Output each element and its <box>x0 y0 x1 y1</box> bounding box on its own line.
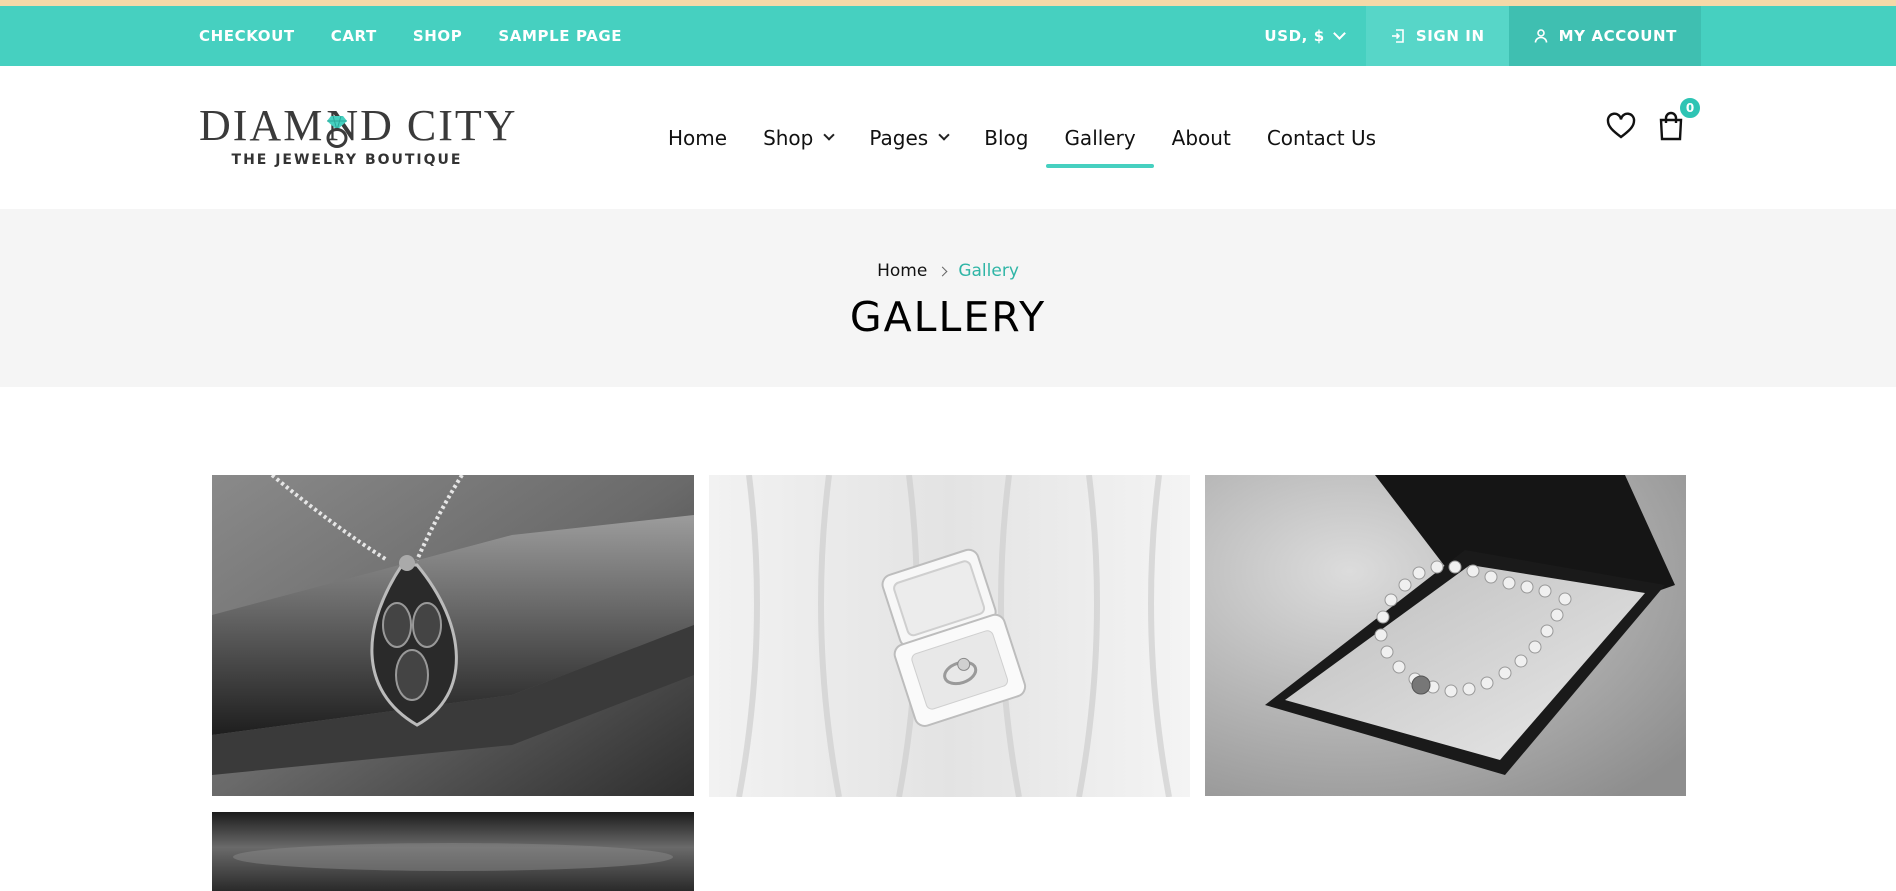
wishlist-heart-icon[interactable] <box>1606 112 1636 144</box>
nav-about[interactable]: About <box>1172 66 1231 209</box>
my-account-label: MY ACCOUNT <box>1558 27 1677 45</box>
gallery-item-dark[interactable] <box>212 812 694 891</box>
nav-pages-label: Pages <box>869 125 929 150</box>
ring-box-photo <box>709 475 1190 797</box>
user-icon <box>1533 28 1549 44</box>
nav-home[interactable]: Home <box>668 66 727 209</box>
top-right-controls: USD, $ SIGN IN MY ACCOUNT <box>1242 6 1701 66</box>
top-link-shop[interactable]: SHOP <box>413 27 463 45</box>
gallery-item-ring-box[interactable] <box>709 475 1190 797</box>
nav-home-label: Home <box>668 125 728 150</box>
chevron-down-icon <box>823 128 836 141</box>
nav-contact-label: Contact Us <box>1266 125 1377 150</box>
gallery-item-pearl-necklace[interactable] <box>1205 475 1686 796</box>
top-nav: CHECKOUT CART SHOP SAMPLE PAGE <box>199 6 622 66</box>
logo-title-right: ND CITY <box>326 101 518 150</box>
currency-label: USD, $ <box>1264 27 1325 45</box>
pearl-necklace-photo <box>1205 475 1686 796</box>
gallery-item-pendant-necklace[interactable] <box>212 475 694 796</box>
chevron-right-icon <box>937 266 948 276</box>
chevron-down-icon <box>938 128 950 141</box>
breadcrumb: Home Gallery <box>0 261 1896 281</box>
cart-count-badge: 0 <box>1678 96 1702 120</box>
sign-in-button[interactable]: SIGN IN <box>1365 6 1509 66</box>
logo-subtitle: THE JEWELRY BOUTIQUE <box>231 152 463 168</box>
nav-contact[interactable]: Contact Us <box>1267 66 1376 209</box>
sign-in-label: SIGN IN <box>1415 27 1485 45</box>
breadcrumb-home[interactable]: Home <box>877 261 927 281</box>
nav-gallery[interactable]: Gallery <box>1046 66 1154 209</box>
site-header: DIAM ND CITY THE JEWELRY BOUTIQUE Home S… <box>0 66 1896 209</box>
nav-blog-label: Blog <box>984 125 1029 150</box>
header-icons: 0 <box>1606 96 1702 145</box>
nav-shop-label: Shop <box>763 125 814 150</box>
cart-button[interactable]: 0 <box>1658 96 1702 145</box>
nav-shop[interactable]: Shop <box>763 66 836 209</box>
nav-pages[interactable]: Pages <box>869 66 950 209</box>
top-link-cart[interactable]: CART <box>331 27 377 45</box>
site-logo[interactable]: DIAM ND CITY THE JEWELRY BOUTIQUE <box>199 101 516 169</box>
top-link-sample-page[interactable]: SAMPLE PAGE <box>498 27 622 45</box>
page-title: GALLERY <box>849 293 1047 341</box>
nav-gallery-label: Gallery <box>1064 125 1136 150</box>
sign-in-icon <box>1390 28 1406 44</box>
main-nav: Home Shop Pages Blog Gallery About Conta… <box>668 66 1376 209</box>
pendant-necklace-photo <box>212 475 694 796</box>
logo-title: DIAM ND CITY <box>199 101 516 150</box>
nav-blog[interactable]: Blog <box>984 66 1028 209</box>
logo-title-left: DIAM <box>199 101 325 150</box>
top-bar: CHECKOUT CART SHOP SAMPLE PAGE USD, $ SI… <box>0 6 1896 66</box>
currency-selector[interactable]: USD, $ <box>1242 6 1365 66</box>
top-link-checkout[interactable]: CHECKOUT <box>199 27 295 45</box>
my-account-button[interactable]: MY ACCOUNT <box>1508 6 1701 66</box>
dark-jewelry-photo <box>212 812 694 891</box>
page-header-band: Home Gallery GALLERY <box>0 209 1896 387</box>
nav-about-label: About <box>1171 125 1231 150</box>
chevron-down-icon <box>1332 27 1346 40</box>
breadcrumb-current: Gallery <box>958 261 1019 281</box>
